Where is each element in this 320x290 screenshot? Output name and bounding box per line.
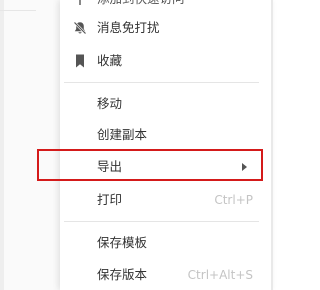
bell-mute-icon xyxy=(72,20,88,36)
menu-scrollbar-edge xyxy=(271,0,273,290)
menu-item-favorite[interactable]: 收藏 xyxy=(60,45,273,77)
context-menu: 添加到快速访问 消息免打扰 收藏 移动 xyxy=(60,0,273,290)
bookmark-icon xyxy=(72,53,88,69)
menu-item-label: 移动 xyxy=(97,96,123,111)
menu-item-label: 导出 xyxy=(97,159,123,174)
menu-divider xyxy=(64,221,259,222)
background-rule xyxy=(0,10,36,11)
menu-item-label: 消息免打扰 xyxy=(97,20,160,35)
menu-item-label: 打印 xyxy=(97,192,123,207)
menu-item-save-version[interactable]: 保存版本 Ctrl+Alt+S xyxy=(60,259,273,290)
left-border xyxy=(0,0,4,290)
menu-item-export[interactable]: 导出 xyxy=(60,151,273,183)
menu-item-copy[interactable]: 创建副本 xyxy=(60,119,273,151)
menu-item-label: 收藏 xyxy=(97,53,123,68)
pin-icon xyxy=(72,0,88,8)
shortcut-hint: Ctrl+P xyxy=(214,193,253,207)
menu-item-label: 保存模板 xyxy=(97,235,148,250)
menu-item-label: 添加到快速访问 xyxy=(97,0,185,8)
menu-item-label: 保存版本 xyxy=(97,267,148,282)
menu-item-mute[interactable]: 消息免打扰 xyxy=(60,12,273,44)
menu-item-print[interactable]: 打印 Ctrl+P xyxy=(60,184,273,216)
document-background xyxy=(0,0,60,290)
shortcut-hint: Ctrl+Alt+S xyxy=(187,268,253,282)
menu-item-save-template[interactable]: 保存模板 xyxy=(60,227,273,259)
menu-item-move[interactable]: 移动 xyxy=(60,88,273,120)
screenshot-root: 添加到快速访问 消息免打扰 收藏 移动 xyxy=(0,0,273,290)
menu-item-label: 创建副本 xyxy=(97,127,148,142)
menu-divider xyxy=(64,82,259,83)
chevron-right-icon xyxy=(242,163,247,171)
